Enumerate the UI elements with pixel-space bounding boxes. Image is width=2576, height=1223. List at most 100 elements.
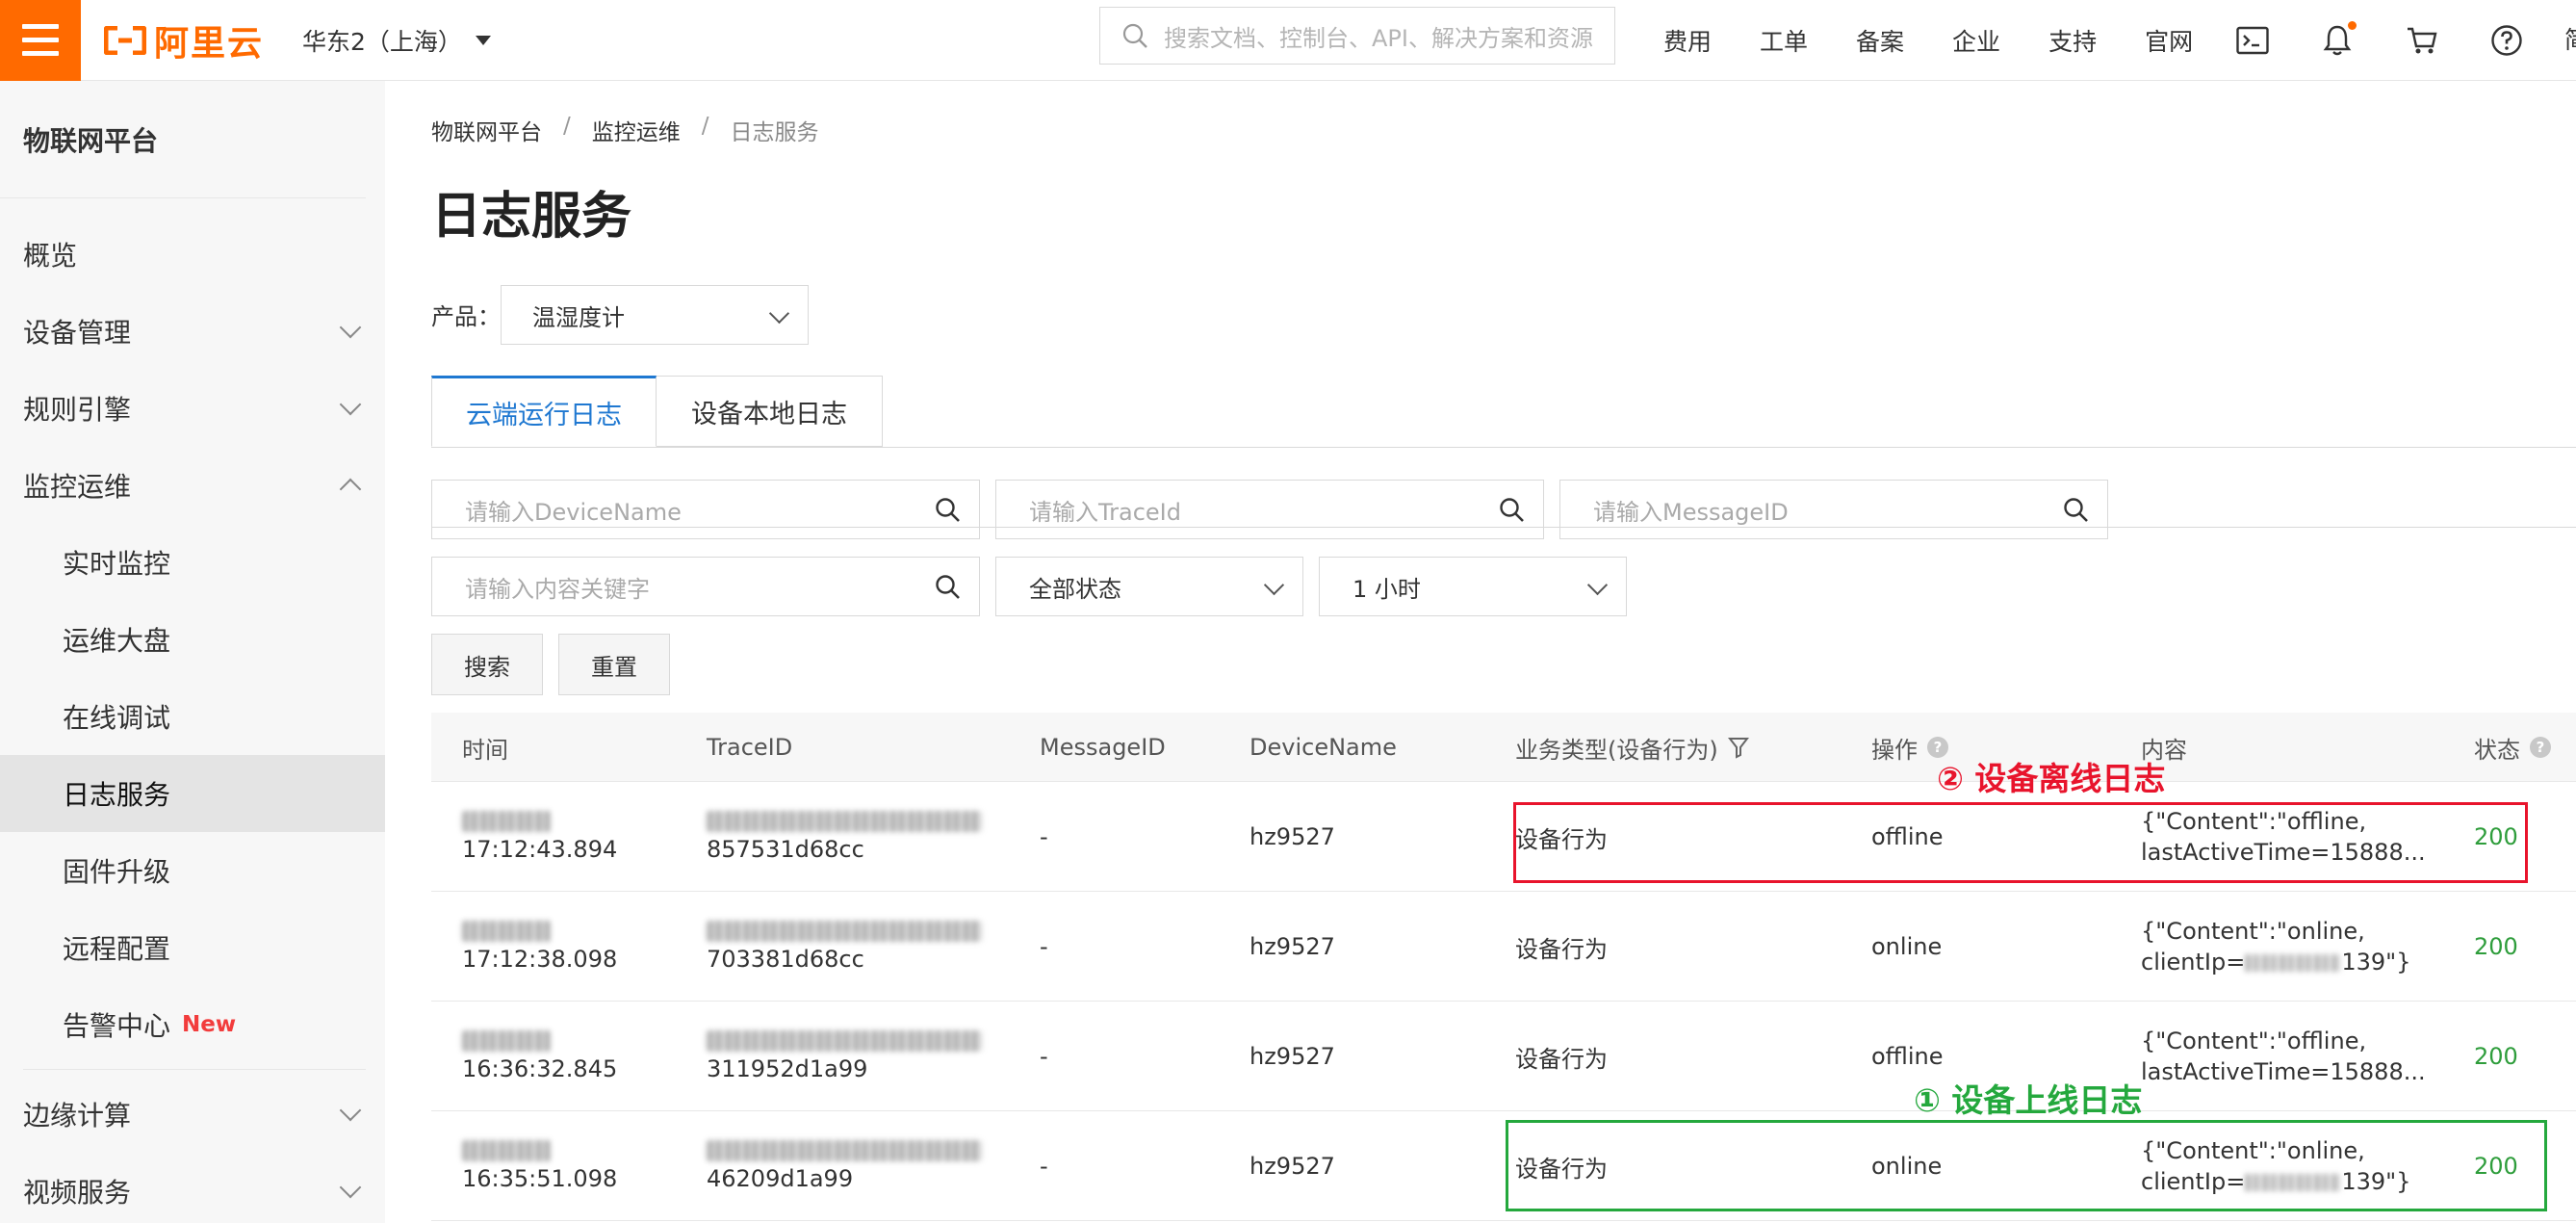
global-search-input[interactable]: 搜索文档、控制台、API、解决方案和资源 bbox=[1099, 7, 1615, 65]
cell-time: 17:12:38.098 bbox=[462, 892, 617, 1002]
col-biz-type: 业务类型(设备行为) bbox=[1515, 713, 1749, 782]
aliyun-logo-mark-icon bbox=[104, 25, 146, 55]
caret-down-icon bbox=[475, 35, 491, 45]
tab-device-local-log[interactable]: 设备本地日志 bbox=[657, 376, 883, 447]
reset-button-label: 重置 bbox=[591, 653, 637, 681]
chevron-down-icon bbox=[339, 393, 362, 416]
sidebar-item-overview[interactable]: 概览 bbox=[0, 216, 385, 293]
sidebar-item-online-debug[interactable]: 在线调试 bbox=[0, 678, 385, 755]
col-message-id: MessageID bbox=[1040, 734, 1166, 761]
region-label: 华东2（上海） bbox=[302, 27, 462, 56]
sidebar-item-device-management[interactable]: 设备管理 bbox=[0, 293, 385, 370]
sidebar-item-firmware-upgrade[interactable]: 固件升级 bbox=[0, 832, 385, 909]
sidebar-item-realtime-monitor[interactable]: 实时监控 bbox=[0, 524, 385, 601]
aliyun-logo[interactable]: 阿里云 bbox=[104, 0, 264, 81]
cell-trace-id: 857531d68cc bbox=[707, 782, 982, 892]
search-icon[interactable] bbox=[935, 574, 962, 601]
sidebar-item-remote-config[interactable]: 远程配置 bbox=[0, 909, 385, 986]
chevron-down-icon bbox=[768, 302, 790, 325]
sidebar-item-label: 边缘计算 bbox=[23, 1100, 132, 1132]
keyword-placeholder: 请输入内容关键字 bbox=[465, 575, 650, 603]
sidebar-item-monitoring[interactable]: 监控运维 bbox=[0, 447, 385, 524]
help-icon[interactable] bbox=[2489, 23, 2524, 58]
redacted-trace-prefix bbox=[707, 1030, 982, 1052]
trace-id-input[interactable]: 请输入TraceId bbox=[995, 480, 1544, 539]
cell-time: 17:12:43.894 bbox=[462, 782, 617, 892]
message-id-placeholder: 请输入MessageID bbox=[1593, 498, 1789, 526]
search-button[interactable]: 搜索 bbox=[431, 634, 543, 695]
menu-icon[interactable] bbox=[0, 0, 81, 81]
sidebar-item-label: 运维大盘 bbox=[63, 625, 171, 657]
device-name-placeholder: 请输入DeviceName bbox=[465, 498, 682, 526]
tab-label: 云端运行日志 bbox=[466, 400, 622, 430]
nav-support[interactable]: 支持 bbox=[2048, 23, 2097, 58]
sidebar-item-label: 实时监控 bbox=[63, 548, 171, 580]
redacted-date bbox=[462, 1140, 551, 1161]
sidebar-item-label: 规则引擎 bbox=[23, 394, 132, 426]
table-row[interactable]: 16:36:32.845 311952d1a99 - hz9527 设备行为 o… bbox=[431, 1002, 2576, 1111]
cell-time: 16:36:32.845 bbox=[462, 1002, 617, 1111]
time-range-select[interactable]: 1 小时 bbox=[1319, 557, 1627, 616]
bell-icon[interactable] bbox=[2320, 21, 2357, 58]
device-name-input[interactable]: 请输入DeviceName bbox=[431, 480, 980, 539]
new-badge: New bbox=[182, 1012, 237, 1037]
chevron-down-icon bbox=[339, 1176, 362, 1199]
col-status: 状态? bbox=[2474, 713, 2551, 782]
sidebar-title: 物联网平台 bbox=[0, 81, 366, 198]
sidebar-item-alert-center[interactable]: 告警中心 New bbox=[0, 986, 385, 1063]
product-select[interactable]: 温湿度计 bbox=[501, 285, 809, 345]
chevron-down-icon bbox=[339, 316, 362, 339]
nav-official-site[interactable]: 官网 bbox=[2145, 23, 2193, 58]
terminal-icon[interactable] bbox=[2235, 23, 2270, 58]
offline-log-highlight-box bbox=[1513, 802, 2528, 883]
top-icons bbox=[2235, 0, 2524, 81]
col-trace-id: TraceID bbox=[707, 734, 793, 761]
time-range-value: 1 小时 bbox=[1352, 575, 1421, 603]
offline-log-annotation: ② 设备离线日志 bbox=[1937, 760, 2166, 797]
region-selector[interactable]: 华东2（上海） bbox=[302, 23, 491, 58]
nav-simplified-cut[interactable]: 简 bbox=[2564, 21, 2576, 56]
sidebar-item-label: 远程配置 bbox=[63, 933, 171, 965]
nav-tickets[interactable]: 工单 bbox=[1760, 23, 1808, 58]
nav-billing[interactable]: 费用 bbox=[1663, 23, 1712, 58]
breadcrumb-iot-platform[interactable]: 物联网平台 bbox=[431, 114, 542, 146]
sidebar-item-rule-engine[interactable]: 规则引擎 bbox=[0, 370, 385, 447]
filter-icon[interactable] bbox=[1727, 736, 1749, 759]
cell-device-name: hz9527 bbox=[1249, 933, 1335, 960]
keyword-input[interactable]: 请输入内容关键字 bbox=[431, 557, 980, 616]
table-row[interactable]: 17:12:38.098 703381d68cc - hz9527 设备行为 o… bbox=[431, 892, 2576, 1002]
sidebar-item-label: 日志服务 bbox=[63, 779, 171, 811]
search-icon[interactable] bbox=[935, 497, 962, 524]
sidebar-item-label: 监控运维 bbox=[23, 471, 132, 503]
sidebar-item-edge-computing[interactable]: 边缘计算 bbox=[0, 1076, 385, 1153]
cell-message-id: - bbox=[1040, 823, 1048, 850]
message-id-input[interactable]: 请输入MessageID bbox=[1559, 480, 2108, 539]
reset-button[interactable]: 重置 bbox=[558, 634, 670, 695]
cart-icon[interactable] bbox=[2405, 23, 2439, 58]
search-button-label: 搜索 bbox=[464, 653, 510, 681]
redacted-trace-prefix bbox=[707, 921, 982, 942]
redacted-date bbox=[462, 921, 551, 942]
search-icon[interactable] bbox=[1499, 497, 1526, 524]
tab-cloud-run-log[interactable]: 云端运行日志 bbox=[431, 376, 657, 447]
help-icon[interactable]: ? bbox=[2530, 737, 2551, 758]
product-label: 产品： bbox=[431, 303, 501, 330]
online-log-annotation: ① 设备上线日志 bbox=[1914, 1081, 2143, 1119]
trace-id-placeholder: 请输入TraceId bbox=[1029, 498, 1181, 526]
cell-biz-type: 设备行为 bbox=[1515, 1045, 1608, 1073]
cell-status: 200 bbox=[2474, 1043, 2518, 1070]
breadcrumb-monitoring[interactable]: 监控运维 bbox=[592, 114, 681, 146]
top-nav: 费用 工单 备案 企业 支持 官网 bbox=[1663, 0, 2241, 81]
sidebar-item-log-service[interactable]: 日志服务 bbox=[0, 755, 385, 832]
sidebar-item-ops-dashboard[interactable]: 运维大盘 bbox=[0, 601, 385, 678]
status-select[interactable]: 全部状态 bbox=[995, 557, 1303, 616]
chevron-down-icon bbox=[1263, 574, 1285, 596]
nav-icp-filing[interactable]: 备案 bbox=[1856, 23, 1904, 58]
sidebar-item-video-service[interactable]: 视频服务 bbox=[0, 1153, 385, 1223]
nav-enterprise[interactable]: 企业 bbox=[1952, 23, 2000, 58]
redacted-trace-prefix bbox=[707, 811, 982, 832]
search-icon[interactable] bbox=[2063, 497, 2090, 524]
cell-trace-id: 703381d68cc bbox=[707, 892, 982, 1002]
online-log-highlight-box bbox=[1506, 1120, 2547, 1211]
sidebar-item-label: 固件升级 bbox=[63, 856, 171, 888]
